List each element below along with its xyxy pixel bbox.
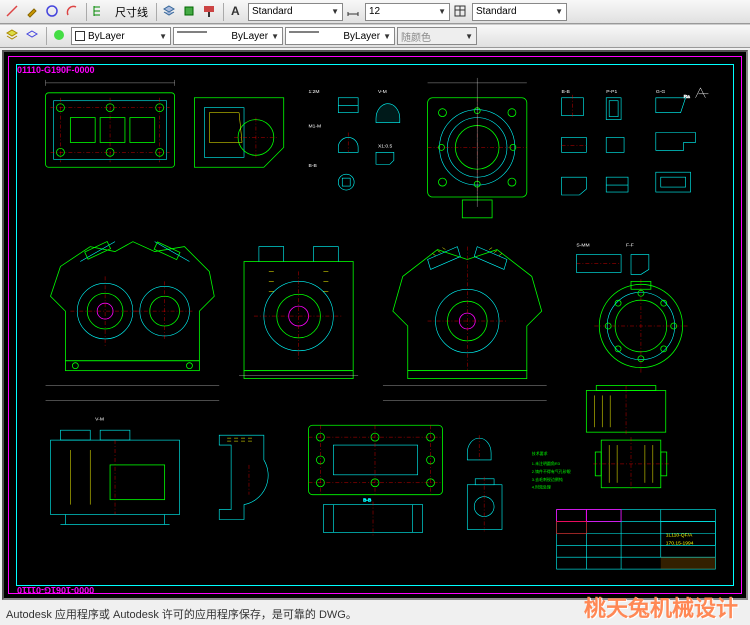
linetype-value: ByLayer — [231, 31, 268, 42]
svg-text:V-M: V-M — [378, 89, 387, 95]
svg-text:S-MM: S-MM — [576, 243, 589, 249]
tool-line-icon[interactable] — [4, 3, 22, 21]
svg-text:1L110-QF/A: 1L110-QF/A — [666, 532, 693, 538]
lineweight-dropdown[interactable]: 12 ▼ — [365, 3, 450, 21]
color-picker-icon[interactable] — [51, 27, 69, 45]
status-text: Autodesk 应用程序或 Autodesk 许可的应用程序保存，是可靠的 D… — [6, 606, 357, 622]
tool-layer-icon[interactable] — [161, 3, 179, 21]
svg-text:M1-M: M1-M — [309, 124, 322, 130]
svg-text:2.铸件不得有气孔砂眼: 2.铸件不得有气孔砂眼 — [532, 469, 571, 474]
plotstyle-value: 随颜色 — [401, 29, 431, 44]
drawing-canvas[interactable]: 01110-G190F-0000 0000-1061G-01110 — [2, 50, 748, 600]
plotstyle-dropdown[interactable]: 随颜色 ▼ — [397, 27, 477, 45]
svg-text:B-B: B-B — [562, 89, 571, 95]
chevron-down-icon: ▼ — [159, 32, 167, 41]
watermark: 桃天兔机械设计 — [584, 591, 738, 623]
toolbar-main: 尺寸线 A Standard ▼ 12 ▼ Standard ▼ — [0, 0, 750, 24]
layer-color-dropdown[interactable]: ByLayer ▼ — [71, 27, 171, 45]
separator — [86, 3, 87, 21]
chevron-down-icon: ▼ — [271, 32, 279, 41]
text-style-dropdown[interactable]: Standard ▼ — [248, 3, 343, 21]
separator — [156, 3, 157, 21]
svg-text:170.15-1994: 170.15-1994 — [666, 540, 694, 546]
svg-text:1:2M: 1:2M — [309, 89, 320, 95]
lineweight-preview-icon — [289, 28, 340, 44]
layer-state-icon[interactable] — [24, 27, 42, 45]
text-style-icon[interactable]: A — [228, 3, 246, 21]
svg-text:F-F: F-F — [626, 243, 634, 249]
table-style-icon[interactable] — [452, 3, 470, 21]
lineweight-value: 12 — [369, 6, 380, 17]
dim-style-icon[interactable] — [345, 3, 363, 21]
svg-text:A: A — [231, 4, 240, 18]
chevron-down-icon: ▼ — [465, 32, 473, 41]
text-style-value: Standard — [252, 6, 293, 17]
svg-text:3.去毛刺锐边倒钝: 3.去毛刺锐边倒钝 — [532, 477, 563, 482]
chevron-down-icon: ▼ — [438, 7, 446, 16]
svg-text:Ra: Ra — [684, 94, 691, 100]
layer-value: ByLayer — [88, 31, 125, 42]
text-style2-value: Standard — [476, 6, 517, 17]
tool-paint-icon[interactable] — [201, 3, 219, 21]
svg-text:4.时效处理: 4.时效处理 — [532, 485, 551, 490]
tool-dim-tree-icon[interactable] — [91, 3, 109, 21]
tool-match-icon[interactable] — [181, 3, 199, 21]
drawing-number-bottom: 0000-1061G-01110 — [17, 585, 94, 595]
svg-text:P-P1: P-P1 — [606, 89, 617, 95]
drawing-content: 1:2M M1-M B-B V-M X1:0.5 — [20, 68, 730, 582]
svg-text:B-B: B-B — [309, 163, 318, 169]
svg-text:G-G: G-G — [656, 89, 666, 95]
chevron-down-icon: ▼ — [555, 7, 563, 16]
chevron-down-icon: ▼ — [383, 32, 391, 41]
linetype-dropdown[interactable]: ByLayer ▼ — [173, 27, 283, 45]
toolbar-properties: ByLayer ▼ ByLayer ▼ ByLayer ▼ 随颜色 ▼ — [0, 24, 750, 48]
layer-swatch — [75, 31, 85, 41]
title-block: 1L110-QF/A 170.15-1994 — [557, 510, 716, 570]
tool-brush-icon[interactable] — [24, 3, 42, 21]
tool-arc-icon[interactable] — [64, 3, 82, 21]
svg-text:X1:0.5: X1:0.5 — [378, 143, 393, 149]
svg-text:技术要求: 技术要求 — [532, 451, 548, 456]
lineweight2-value: ByLayer — [343, 31, 380, 42]
svg-text:1.未注明圆角R3: 1.未注明圆角R3 — [532, 461, 561, 466]
svg-text:B-B: B-B — [363, 498, 372, 504]
tool-circle-icon[interactable] — [44, 3, 62, 21]
text-style2-dropdown[interactable]: Standard ▼ — [472, 3, 567, 21]
separator — [223, 3, 224, 21]
linetype-preview-icon — [177, 28, 228, 44]
lineweight2-dropdown[interactable]: ByLayer ▼ — [285, 27, 395, 45]
chevron-down-icon: ▼ — [331, 7, 339, 16]
svg-text:V-M: V-M — [95, 416, 104, 422]
dimension-label: 尺寸线 — [115, 4, 148, 20]
separator — [46, 27, 47, 45]
layer-manager-icon[interactable] — [4, 27, 22, 45]
